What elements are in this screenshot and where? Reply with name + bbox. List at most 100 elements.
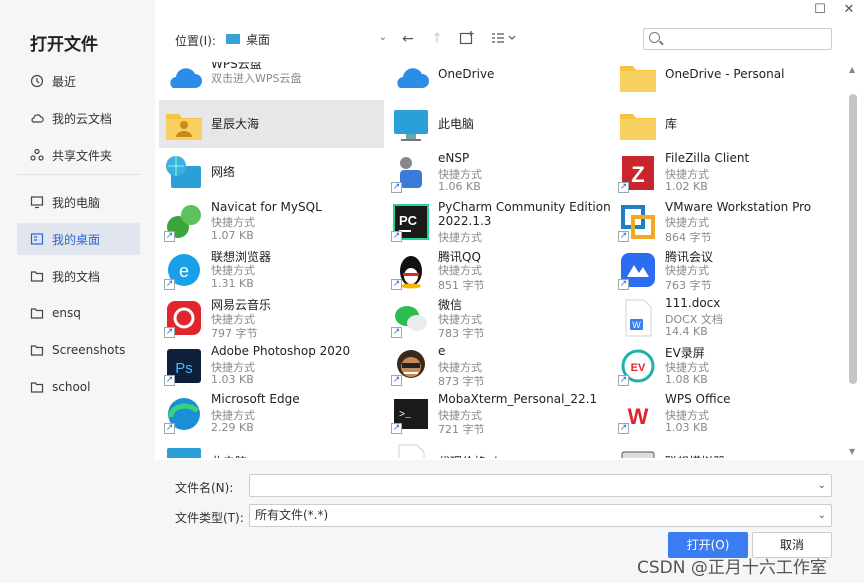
chevron-down-icon[interactable]: ⌄: [818, 505, 826, 526]
folder-icon: [30, 343, 44, 357]
location-select[interactable]: 桌面 ⌄: [222, 28, 390, 50]
computer-icon: ↗: [163, 442, 205, 458]
sidebar-item-label: 我的文档: [52, 269, 101, 284]
maximize-icon[interactable]: ☐: [813, 3, 827, 17]
filename-input[interactable]: ⌄: [249, 474, 832, 497]
close-icon[interactable]: ✕: [842, 3, 856, 17]
file-item[interactable]: ↗ 此电脑: [159, 438, 384, 458]
file-item[interactable]: OneDrive: [386, 62, 611, 100]
sidebar-item-0[interactable]: 最近: [17, 65, 140, 97]
docx-icon: W: [617, 297, 659, 339]
scroll-up-icon[interactable]: ▲: [849, 65, 855, 74]
file-item[interactable]: 星辰大海: [159, 100, 384, 149]
file-item[interactable]: ↗ 联想模拟器: [613, 438, 838, 458]
file-item[interactable]: >_ ↗ MobaXterm_Personal_22.1 快捷方式 721 字节: [386, 389, 611, 437]
svg-text:Ps: Ps: [175, 360, 193, 377]
file-item[interactable]: OneDrive - Personal: [613, 62, 838, 100]
file-item[interactable]: WPS云盘 双击进入WPS云盘: [159, 62, 384, 100]
sidebar-item-2[interactable]: 共享文件夹: [17, 139, 140, 171]
shortcut-arrow-icon: ↗: [618, 278, 629, 290]
search-box[interactable]: [643, 28, 832, 50]
scrollbar-thumb[interactable]: [849, 94, 857, 384]
sidebar-item-3[interactable]: 我的电脑: [17, 186, 140, 218]
file-item[interactable]: 网络: [159, 148, 384, 196]
location-value: 桌面: [246, 32, 271, 47]
file-detail: 873 字节: [438, 375, 485, 389]
folder-icon: [30, 269, 44, 283]
view-mode-icon[interactable]: [490, 30, 518, 48]
sidebar-item-label: 我的云文档: [52, 111, 113, 126]
file-name: Adobe Photoshop 2020: [211, 344, 351, 359]
file-item[interactable]: ↗ Navicat for MySQL 快捷方式 1.07 KB: [159, 197, 384, 245]
filezilla-icon: Z ↗: [617, 152, 659, 194]
sidebar-item-5[interactable]: 我的文档: [17, 260, 140, 292]
file-name: 2022.1.3: [438, 214, 492, 229]
shortcut-arrow-icon: ↗: [164, 327, 175, 338]
qq-icon: ↗: [390, 249, 432, 291]
back-arrow-icon[interactable]: ←: [400, 30, 416, 48]
file-item[interactable]: ↗ 腾讯QQ 快捷方式 851 字节: [386, 245, 611, 293]
file-name: 111.docx: [665, 296, 721, 310]
sidebar-divider: [17, 174, 140, 175]
sidebar-item-4[interactable]: 我的桌面: [17, 223, 140, 255]
svg-text:EV: EV: [631, 362, 646, 374]
sidebar-item-1[interactable]: 我的云文档: [17, 102, 140, 134]
filetype-label: 文件类型(T):: [175, 511, 244, 525]
file-detail: 快捷方式: [438, 230, 482, 244]
filetype-select[interactable]: 所有文件(*.*) ⌄: [249, 504, 832, 527]
file-item[interactable]: e ↗ 联想浏览器 快捷方式 1.31 KB: [159, 245, 384, 293]
shortcut-arrow-icon: ↗: [618, 423, 629, 435]
folder-icon: [617, 62, 659, 98]
file-item[interactable]: Ps ↗ Adobe Photoshop 2020 快捷方式 1.03 KB: [159, 341, 384, 389]
file-item[interactable]: 库: [613, 100, 838, 148]
file-name: 代理价格.docx: [438, 453, 518, 458]
search-input[interactable]: [666, 31, 826, 47]
photoshop-icon: Ps ↗: [163, 345, 205, 387]
edge-icon: ↗: [163, 393, 205, 435]
file-detail: 783 字节: [438, 327, 485, 340]
file-name: Navicat for MySQL: [211, 199, 322, 214]
file-item[interactable]: ↗ 微信 快捷方式 783 字节: [386, 293, 611, 341]
file-item[interactable]: ↗ Microsoft Edge 快捷方式 2.29 KB: [159, 389, 384, 437]
sidebar-item-label: ensq: [52, 306, 81, 320]
file-item[interactable]: W 111.docx DOCX 文档 14.4 KB: [613, 293, 838, 341]
file-item[interactable]: ↗ 腾讯会议 快捷方式 763 字节: [613, 245, 838, 293]
search-icon: [649, 32, 660, 43]
sidebar-item-6[interactable]: ensq: [17, 297, 140, 329]
file-detail: 721 字节: [438, 423, 485, 437]
ev-recorder-icon: EV ↗: [617, 345, 659, 387]
shortcut-arrow-icon: ↗: [391, 182, 402, 194]
clock-icon: [30, 74, 44, 88]
scroll-down-icon[interactable]: ▼: [849, 447, 855, 456]
sidebar-item-8[interactable]: school: [17, 371, 140, 403]
folder-icon: [30, 380, 44, 394]
file-detail: 1.03 KB: [665, 421, 708, 435]
file-item[interactable]: 此电脑: [386, 100, 611, 148]
file-name: OneDrive: [438, 67, 495, 81]
file-item[interactable]: ↗ 网易云音乐 快捷方式 797 字节: [159, 293, 384, 341]
file-item[interactable]: W↗ 代理价格.docx: [386, 438, 611, 458]
sidebar-item-7[interactable]: Screenshots: [17, 334, 140, 366]
file-name: FileZilla Client: [665, 151, 750, 166]
up-arrow-icon[interactable]: ↑: [429, 30, 445, 48]
vmware-icon: ↗: [617, 201, 659, 243]
file-item[interactable]: ↗ eNSP 快捷方式 1.06 KB: [386, 148, 611, 196]
file-item[interactable]: W ↗ WPS Office 快捷方式 1.03 KB: [613, 389, 838, 437]
file-grid: WPS云盘 双击进入WPS云盘 OneDrive OneDrive - Persona…: [155, 62, 845, 458]
folder-icon: [617, 104, 659, 146]
file-detail: 双击进入WPS云盘: [211, 71, 302, 85]
chevron-down-icon[interactable]: ⌄: [818, 475, 826, 496]
sidebar-item-label: 共享文件夹: [52, 148, 113, 163]
location-label: 位置(I):: [175, 34, 216, 48]
open-file-dialog: ☐ ✕ 打开文件 最近 我的云文档 共享文件夹 我的电脑 我的桌面 我的文档 ensq Scr…: [0, 0, 864, 583]
vertical-scrollbar[interactable]: ▲ ▼: [846, 62, 860, 458]
file-item[interactable]: ↗ VMware Workstation Pro 快捷方式 864 字节: [613, 197, 838, 245]
file-item[interactable]: Z ↗ FileZilla Client 快捷方式 1.02 KB: [613, 148, 838, 196]
file-item[interactable]: EV ↗ EV录屏 快捷方式 1.08 KB: [613, 341, 838, 389]
shortcut-arrow-icon: ↗: [618, 182, 629, 194]
file-item[interactable]: PC ↗ PyCharm Community Edition 2022.1.3 快捷方式: [386, 197, 611, 245]
file-item[interactable]: ↗ e 快捷方式 873 字节: [386, 341, 611, 389]
file-detail: 1.08 KB: [665, 373, 708, 387]
file-detail: 1.31 KB: [211, 276, 254, 290]
new-folder-icon[interactable]: [459, 30, 475, 48]
